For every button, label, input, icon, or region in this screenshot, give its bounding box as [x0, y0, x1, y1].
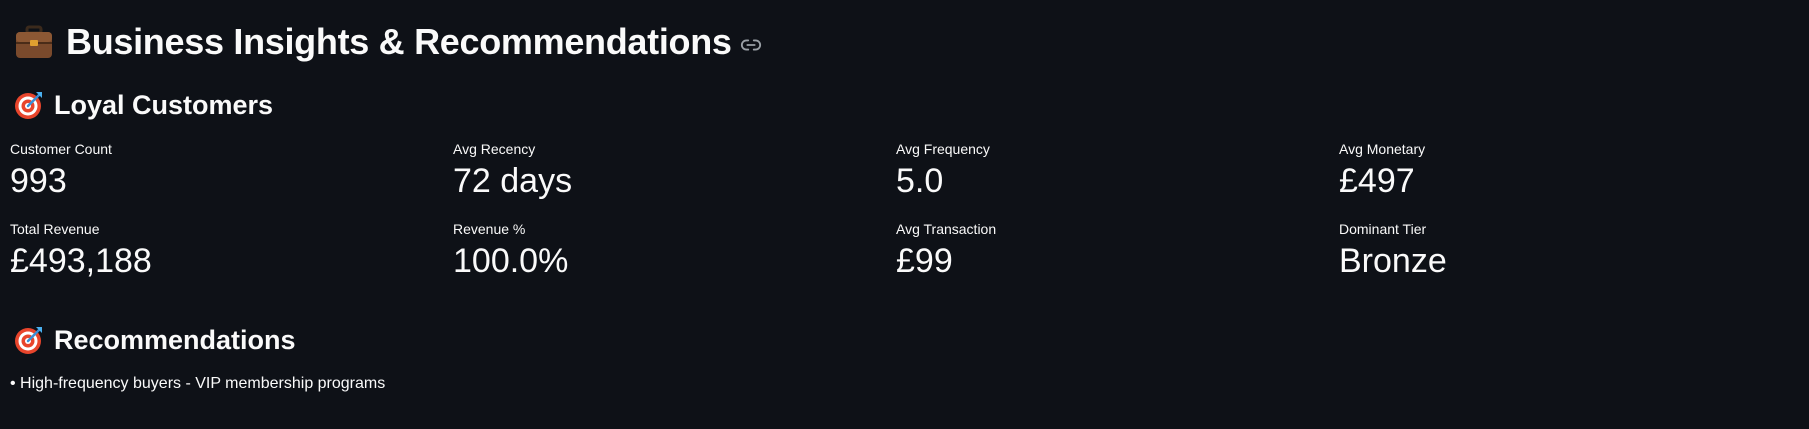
briefcase-icon — [14, 22, 54, 62]
page: Business Insights & Recommendations Loya… — [0, 0, 1809, 429]
metric-avg-recency: Avg Recency 72 days — [453, 140, 896, 202]
metric-revenue-percent: Revenue % 100.0% — [453, 220, 896, 282]
recommendations-header: Recommendations — [14, 323, 296, 357]
metric-avg-frequency: Avg Frequency 5.0 — [896, 140, 1339, 202]
recommendations-title: Recommendations — [54, 325, 296, 355]
metric-label: Avg Monetary — [1339, 141, 1426, 157]
segment-title: Loyal Customers — [54, 90, 274, 120]
metric-customer-count: Customer Count 993 — [10, 140, 453, 202]
metric-label: Customer Count — [10, 141, 112, 157]
metric-label: Avg Frequency — [896, 141, 990, 157]
metric-value: 5.0 — [896, 162, 944, 200]
metric-label: Avg Transaction — [896, 221, 997, 237]
metric-value: 993 — [10, 162, 67, 200]
metric-label: Avg Recency — [453, 141, 536, 157]
metric-value: £99 — [896, 242, 953, 280]
metrics-grid: Customer Count 993 Avg Recency 72 days A… — [10, 140, 1780, 282]
metric-dominant-tier: Dominant Tier Bronze — [1339, 220, 1780, 282]
page-header: Business Insights & Recommendations — [14, 20, 762, 64]
link-icon[interactable] — [740, 34, 762, 56]
metric-label: Dominant Tier — [1339, 221, 1427, 237]
target-icon — [14, 90, 44, 120]
recommendations-list: • High-frequency buyers - VIP membership… — [10, 374, 385, 394]
target-icon — [14, 325, 44, 355]
metric-value: 72 days — [453, 162, 573, 200]
metric-label: Revenue % — [453, 221, 526, 237]
metric-value: £497 — [1339, 162, 1415, 200]
metric-label: Total Revenue — [10, 221, 100, 237]
segment-header: Loyal Customers — [14, 88, 273, 122]
recommendation-item: • High-frequency buyers - VIP membership… — [10, 375, 386, 392]
page-title: Business Insights & Recommendations — [66, 21, 732, 62]
metric-value: £493,188 — [10, 242, 152, 280]
metric-total-revenue: Total Revenue £493,188 — [10, 220, 453, 282]
metric-avg-transaction: Avg Transaction £99 — [896, 220, 1339, 282]
metric-avg-monetary: Avg Monetary £497 — [1339, 140, 1780, 202]
metric-value: Bronze — [1339, 242, 1447, 280]
metric-value: 100.0% — [453, 242, 569, 280]
